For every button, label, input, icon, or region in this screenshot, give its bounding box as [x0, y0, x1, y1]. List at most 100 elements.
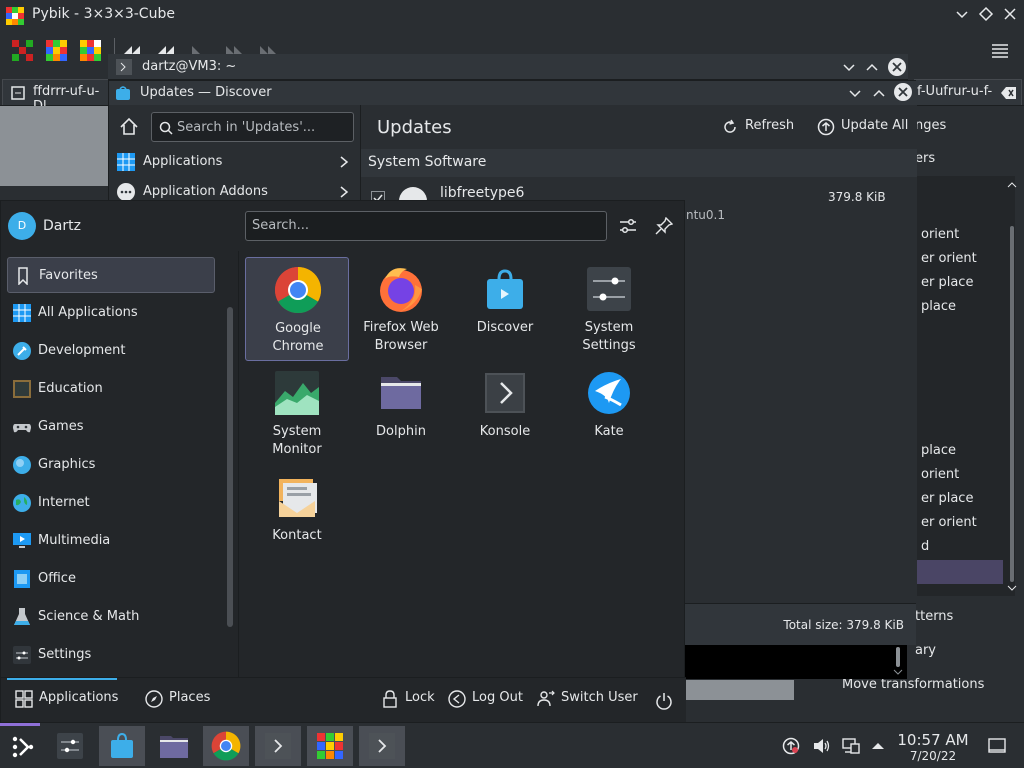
app-kontact[interactable]: Kontact: [245, 465, 349, 569]
category-multimedia[interactable]: Multimedia: [7, 523, 215, 559]
scrambled-cube-icon[interactable]: [80, 40, 102, 62]
app-dolphin[interactable]: Dolphin: [349, 361, 453, 465]
list-item[interactable]: er place: [921, 275, 973, 290]
tab-places[interactable]: Places: [145, 690, 210, 712]
list-item[interactable]: orient: [921, 227, 959, 242]
launcher-search-input[interactable]: Search...: [245, 211, 607, 241]
minimize-icon[interactable]: [847, 85, 863, 101]
list-item[interactable]: er place: [921, 491, 973, 506]
category-education[interactable]: Education: [7, 371, 215, 407]
app-google-chrome[interactable]: Google Chrome: [245, 257, 349, 361]
panel-item[interactable]: ers: [915, 151, 935, 166]
list-item[interactable]: place: [921, 443, 956, 458]
clear-icon[interactable]: [1001, 86, 1017, 100]
task-system-settings[interactable]: [47, 726, 93, 766]
category-science-math[interactable]: Science & Math: [7, 599, 215, 635]
app-konsole[interactable]: Konsole: [453, 361, 557, 465]
slate-icon: [13, 380, 31, 398]
configure-icon[interactable]: [619, 217, 637, 235]
active-tab-indicator: [7, 678, 117, 680]
move-slider[interactable]: [685, 680, 794, 700]
paint-icon: [13, 456, 31, 474]
show-desktop-icon[interactable]: [988, 737, 1006, 755]
category-graphics[interactable]: Graphics: [7, 447, 215, 483]
update-notification-icon[interactable]: [782, 737, 800, 755]
category-scrollbar[interactable]: [227, 307, 233, 627]
task-dolphin[interactable]: [151, 726, 197, 766]
close-icon[interactable]: [893, 82, 913, 102]
list-item[interactable]: er orient: [921, 515, 977, 530]
terminal-area[interactable]: [685, 645, 907, 679]
task-pybik[interactable]: [307, 726, 353, 766]
task-google-chrome[interactable]: [203, 726, 249, 766]
task-konsole-2[interactable]: [359, 726, 405, 766]
panel-item[interactable]: ary: [915, 643, 936, 658]
digital-clock[interactable]: 10:57 AM 7/20/22: [892, 732, 974, 764]
home-icon[interactable]: [119, 117, 139, 137]
logout-button[interactable]: Log Out: [448, 690, 523, 712]
category-games[interactable]: Games: [7, 409, 215, 445]
close-icon[interactable]: [887, 57, 907, 77]
category-internet[interactable]: Internet: [7, 485, 215, 521]
hamburger-menu-icon[interactable]: [990, 42, 1010, 60]
update-all-button[interactable]: Update All: [817, 118, 908, 138]
maximize-icon[interactable]: [871, 85, 887, 101]
cube-canvas[interactable]: [0, 106, 109, 186]
flask-icon: [13, 608, 31, 626]
show-hidden-icons-icon[interactable]: [870, 739, 886, 753]
app-discover[interactable]: Discover: [453, 257, 557, 361]
list-item[interactable]: er orient: [921, 251, 977, 266]
cube-icon[interactable]: [46, 40, 68, 62]
move-transformations-label[interactable]: Move transformations: [842, 677, 984, 692]
panel-item[interactable]: nges: [915, 118, 946, 133]
category-all-applications[interactable]: All Applications: [7, 295, 215, 331]
app-system-monitor[interactable]: System Monitor: [245, 361, 349, 465]
list-item[interactable]: orient: [921, 467, 959, 482]
switch-user-button[interactable]: Switch User: [537, 690, 638, 712]
list-item[interactable]: d: [921, 539, 929, 554]
network-icon[interactable]: [842, 737, 860, 755]
tab-move-left[interactable]: ffdrrr-uf-u-Dl: [2, 79, 110, 114]
package-size: 379.8 KiB: [828, 190, 886, 204]
lock-button[interactable]: Lock: [381, 690, 435, 712]
globe-icon: [13, 494, 31, 512]
package-version: ntu0.1: [686, 208, 725, 222]
logout-icon: [448, 690, 466, 708]
panel-item[interactable]: tterns: [915, 609, 953, 624]
app-kate[interactable]: Kate: [557, 361, 661, 465]
category-office[interactable]: Office: [7, 561, 215, 597]
new-solved-icon[interactable]: [12, 40, 34, 62]
maximize-icon[interactable]: [864, 59, 880, 75]
minimize-icon[interactable]: [954, 6, 970, 22]
sidebar-item-applications[interactable]: Applications: [109, 147, 361, 177]
list-item[interactable]: place: [921, 299, 956, 314]
monitor-icon: [13, 532, 31, 550]
app-launcher-button[interactable]: [0, 723, 46, 766]
minimize-icon[interactable]: [841, 59, 857, 75]
list-item-selected[interactable]: [915, 560, 1003, 584]
terminal-icon: [369, 733, 395, 759]
konsole-titlebar[interactable]: dartz@VM3: ~: [108, 54, 908, 80]
task-discover[interactable]: [99, 726, 145, 766]
volume-icon[interactable]: [812, 737, 830, 755]
refresh-button[interactable]: Refresh: [721, 118, 794, 138]
avatar[interactable]: D: [8, 212, 36, 240]
pin-icon[interactable]: [655, 217, 673, 235]
list-scrollbar[interactable]: [1005, 178, 1019, 594]
folder-icon: [377, 369, 425, 417]
category-settings[interactable]: Settings: [7, 637, 215, 673]
tab-move-right[interactable]: f-Uufrur-u-f-: [914, 79, 1022, 105]
discover-titlebar[interactable]: Updates — Discover: [109, 81, 917, 105]
terminal-scrollbar[interactable]: [891, 645, 905, 679]
category-favorites[interactable]: Favorites: [7, 257, 215, 293]
close-icon[interactable]: [1002, 6, 1018, 22]
app-system-settings[interactable]: System Settings: [557, 257, 661, 361]
app-firefox[interactable]: Firefox Web Browser: [349, 257, 453, 361]
discover-search-input[interactable]: Search in 'Updates'...: [151, 112, 354, 142]
pybik-titlebar[interactable]: Pybik - 3×3×3-Cube: [0, 0, 1024, 30]
power-icon[interactable]: [655, 692, 673, 710]
tab-applications[interactable]: Applications: [15, 690, 118, 712]
keep-above-icon[interactable]: [978, 6, 994, 22]
task-konsole[interactable]: [255, 726, 301, 766]
category-development[interactable]: Development: [7, 333, 215, 369]
